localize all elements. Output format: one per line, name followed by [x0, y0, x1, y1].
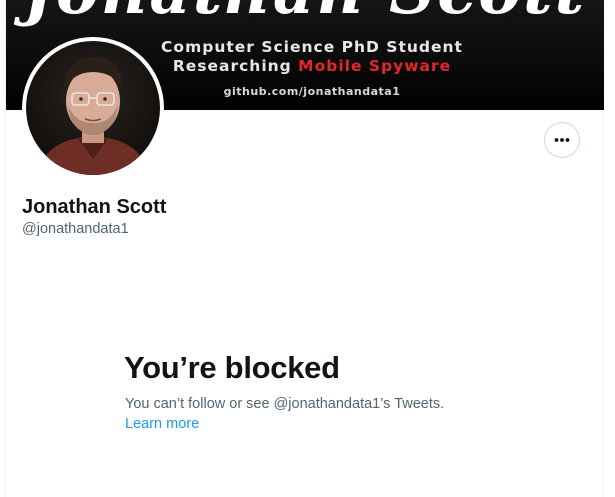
avatar[interactable] — [22, 37, 164, 179]
avatar-photo — [26, 41, 160, 175]
profile-display-name: Jonathan Scott — [22, 196, 167, 218]
profile-handle: @jonathandata1 — [22, 221, 129, 237]
banner-script-title: Jonathan Scott — [6, 0, 604, 29]
blocked-message: You can’t follow or see @jonathandata1’s… — [125, 396, 445, 412]
banner-research-prefix: Researching — [172, 57, 299, 75]
learn-more-link[interactable]: Learn more — [125, 416, 199, 432]
blocked-title: You’re blocked — [124, 350, 340, 385]
more-horizontal-icon — [554, 138, 570, 142]
more-options-button[interactable] — [544, 122, 580, 158]
banner-research-highlight: Mobile Spyware — [298, 57, 452, 75]
